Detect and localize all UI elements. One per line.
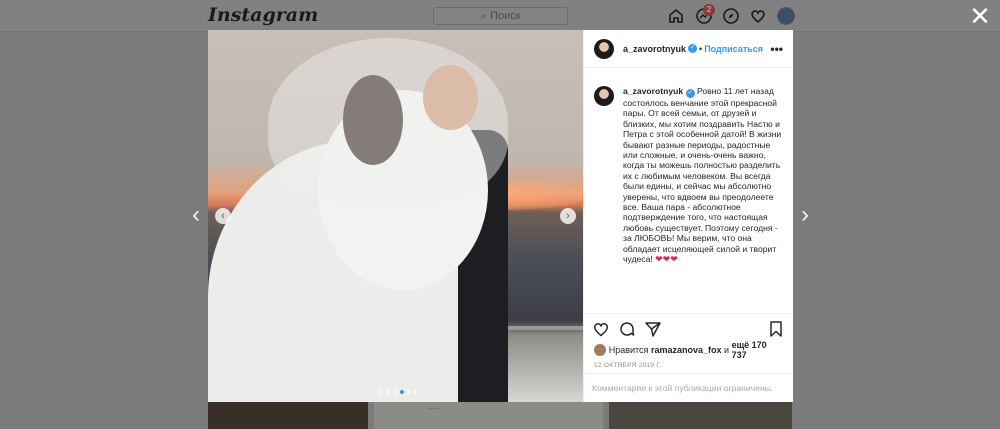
post-header: a_zavorotnyuk ✓ • Подписаться •••: [584, 30, 793, 68]
carousel-dot: [400, 390, 404, 394]
instagram-logo[interactable]: Instagram: [208, 4, 318, 26]
like-heart-icon[interactable]: [592, 320, 610, 338]
carousel-dot: [379, 390, 383, 394]
follow-button[interactable]: Подписаться: [704, 44, 763, 54]
feed-thumbnail[interactable]: [208, 402, 368, 429]
carousel-dot: [407, 390, 411, 394]
post-date[interactable]: 12 ОКТЯБРЯ 2019 Г.: [584, 357, 793, 373]
liker-avatar[interactable]: [594, 344, 606, 356]
carousel-prev-icon[interactable]: ‹: [215, 208, 231, 224]
post-actions: [584, 313, 793, 343]
notification-badge: 2: [703, 4, 715, 16]
post-photo[interactable]: ‹ ›: [208, 30, 583, 402]
verified-badge-icon: ✓: [685, 89, 695, 98]
search-input[interactable]: ⌕ Поиск: [433, 7, 568, 25]
carousel-next-icon[interactable]: ›: [560, 208, 576, 224]
post-caption: a_zavorotnyuk ✓ Ровно 11 лет назад состо…: [584, 68, 793, 313]
feed-thumbnail[interactable]: [374, 402, 603, 429]
likes-user[interactable]: ramazanova_fox: [651, 345, 722, 355]
feed-thumbnail-text: ……: [428, 404, 440, 411]
more-options-icon[interactable]: •••: [770, 42, 783, 56]
separator-dot: •: [699, 43, 703, 54]
caption-hearts: ❤❤❤: [655, 254, 678, 265]
profile-avatar[interactable]: [777, 7, 795, 25]
carousel-dot: [393, 390, 397, 394]
author-avatar[interactable]: [594, 38, 614, 59]
search-icon: ⌕: [480, 10, 487, 22]
caption-text-block: a_zavorotnyuk ✓ Ровно 11 лет назад состо…: [623, 86, 783, 313]
post-sidebar: a_zavorotnyuk ✓ • Подписаться ••• a_zavo…: [583, 30, 793, 402]
close-icon[interactable]: ✕: [969, 3, 991, 29]
post-modal: ‹ › a_zavorotnyuk ✓ • Подписаться ••• a_…: [208, 30, 793, 402]
feed-thumbnail[interactable]: [609, 402, 792, 429]
instagram-header: Instagram ⌕ Поиск 2: [0, 0, 1000, 32]
verified-badge-icon: ✓: [688, 44, 698, 53]
activity-heart-icon[interactable]: [749, 7, 767, 25]
home-icon[interactable]: [667, 7, 685, 25]
search-placeholder: Поиск: [490, 10, 521, 22]
caption-avatar[interactable]: [594, 86, 614, 106]
caption-text: Ровно 11 лет назад состоялось венчание э…: [623, 86, 782, 265]
share-icon[interactable]: [644, 320, 662, 338]
likes-prefix: Нравится: [608, 345, 649, 355]
wedding-veil: [268, 38, 508, 208]
comments-disabled-notice: Комментарии к этой публикации ограничены…: [584, 373, 793, 402]
author-username[interactable]: a_zavorotnyuk: [623, 44, 686, 54]
save-bookmark-icon[interactable]: [767, 320, 785, 338]
likes-and: и: [724, 345, 730, 355]
carousel-dots: [379, 390, 418, 394]
previous-post-icon[interactable]: ‹: [188, 203, 204, 227]
explore-icon[interactable]: [722, 7, 740, 25]
caption-username[interactable]: a_zavorotnyuk: [623, 86, 683, 96]
comment-icon[interactable]: [618, 320, 636, 338]
likes-summary: Нравится ramazanova_fox и ещё 170 737: [584, 340, 793, 360]
carousel-dot: [386, 390, 390, 394]
carousel-dot: [414, 390, 418, 394]
next-post-icon[interactable]: ›: [797, 203, 813, 227]
